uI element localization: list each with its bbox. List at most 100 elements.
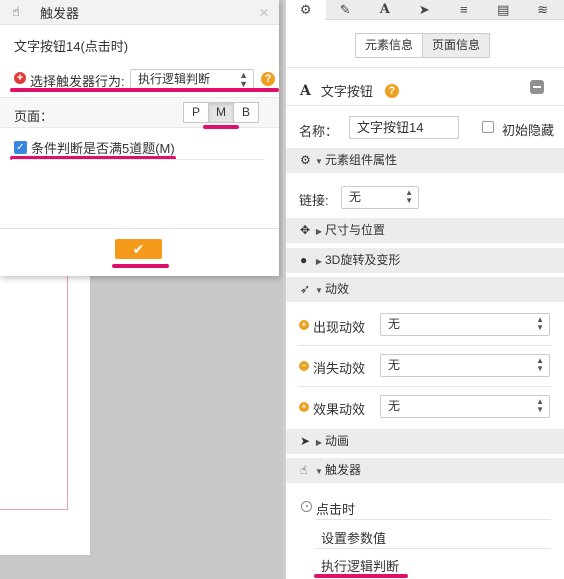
divider [298,386,551,387]
divider [298,345,551,346]
caret-down-icon: ▼ [315,286,323,295]
select-arrows-icon: ▲ ▼ [536,397,544,414]
close-icon[interactable]: × [259,3,269,23]
tab-gear-icon[interactable]: ⚙ [286,0,326,21]
section-title: 动效 [325,282,350,296]
rocket-icon: ➶ [300,282,311,296]
behavior-select-value: 执行逻辑判断 [138,72,211,86]
divider [12,159,265,160]
section-title: 动画 [325,434,350,448]
condition-item[interactable]: ✓ 条件判断是否满5道题(M) [14,138,175,157]
dialog-title: 触发器 [40,5,80,21]
tab-font-icon[interactable]: A [365,0,405,20]
section-rotate-3d[interactable]: ● ▶ 3D旋转及变形 [286,248,564,273]
properties-panel: ⚙ ✎ A ➤ ≡ ▤ ≋ 元素信息 页面信息 A 文字按钮 ? 名称： 文字按… [286,0,564,579]
clock-icon [301,501,312,512]
dialog-heading: 文字按钮14(点击时) [14,39,129,54]
initial-hidden-checkbox[interactable] [482,121,494,133]
help-icon[interactable]: ? [384,83,399,98]
section-component-props[interactable]: ⚙ ▼ 元素组件属性 [286,148,564,173]
font-icon: A [300,82,311,99]
help-icon[interactable]: ? [261,72,275,86]
condition-checkbox[interactable]: ✓ [14,141,27,154]
tab-list-icon[interactable]: ≡ [444,0,484,20]
effect-label: 出现动效 [313,320,366,335]
disappear-effect-select[interactable]: 无 ▲ ▼ [380,354,550,377]
trigger-on-click[interactable]: 点击时 [316,499,355,518]
select-arrows-icon: ▲ ▼ [239,70,248,89]
dialog-titlebar: ☝ 触发器 [0,0,279,25]
select-arrows-icon: ▲ ▼ [536,315,544,332]
section-animation[interactable]: ➤ ▶ 动画 [286,429,564,454]
info-segmented-control: 元素信息 页面信息 [355,33,491,58]
element-title: 文字按钮 [320,84,373,99]
page-button-b[interactable]: B [233,102,259,123]
link-select[interactable]: 无 ▲ ▼ [341,186,419,209]
page-button-p[interactable]: P [183,102,209,123]
caret-right-icon: ▶ [315,257,323,266]
move-icon: ✥ [300,223,311,237]
initial-hidden-label: 初始隐藏 [502,123,555,138]
hand-pointer-icon: ☝ [12,4,20,19]
panel-tabbar: ⚙ ✎ A ➤ ≡ ▤ ≋ [286,0,564,21]
tab-database-icon[interactable]: ≋ [523,0,563,20]
trigger-dialog: ☝ 触发器 × 文字按钮14(点击时) + 选择触发器行为: 执行逻辑判断 ▲ ▼… [0,0,279,276]
plus-circle-icon[interactable]: + [14,72,26,84]
plus-circle-icon: + [299,402,309,412]
highlight-underline [314,574,408,578]
page-label: 页面： [14,109,54,124]
send-icon: ➤ [300,434,311,448]
condition-text: 条件判断是否满5道题(M) [31,141,175,156]
behavior-select[interactable]: 执行逻辑判断 ▲ ▼ [130,69,254,90]
select-arrows-icon: ▲ ▼ [536,356,544,373]
link-select-value: 无 [349,190,362,204]
section-title: 3D旋转及变形 [325,253,401,267]
caret-down-icon: ▼ [315,467,323,476]
select-value: 无 [388,358,401,372]
tab-send-icon[interactable]: ➤ [405,0,445,20]
select-value: 无 [388,399,401,413]
name-field[interactable]: 文字按钮14 [349,116,459,139]
minus-circle-icon: − [299,361,309,371]
divider [316,519,551,520]
plus-circle-icon: + [299,320,309,330]
collapse-icon[interactable] [530,80,544,94]
page-selector-bar: 页面： P M B [0,97,279,128]
name-label: 名称： [299,124,339,139]
tab-element-info[interactable]: 元素信息 [355,33,424,58]
emphasis-effect-select[interactable]: 无 ▲ ▼ [380,395,550,418]
globe-icon: ● [300,253,308,267]
section-title: 触发器 [325,463,362,477]
section-effects[interactable]: ➶ ▼ 动效 [286,277,564,302]
trigger-action-set-param[interactable]: 设置参数值 [321,528,386,547]
page-button-group: P M B [183,102,259,123]
section-size-position[interactable]: ✥ ▶ 尺寸与位置 [286,218,564,243]
confirm-button[interactable]: ✔ [115,239,162,259]
caret-down-icon: ▼ [315,157,323,166]
divider [286,105,564,106]
divider [286,67,564,68]
trigger-action-logic[interactable]: 执行逻辑判断 [321,556,399,575]
page-button-m[interactable]: M [208,102,234,123]
tab-page-info[interactable]: 页面信息 [422,33,491,58]
element-header: A 文字按钮 ? [300,81,399,100]
tab-file-icon[interactable]: ▤ [484,0,524,20]
highlight-underline [10,88,279,92]
select-value: 无 [388,317,401,331]
caret-right-icon: ▶ [315,438,323,447]
highlight-underline [112,264,169,268]
link-label: 链接: [299,193,329,208]
highlight-underline [203,125,239,129]
canvas-page-border [0,270,68,510]
divider [316,548,551,549]
check-icon: ✔ [132,241,145,257]
section-title: 元素组件属性 [325,153,398,167]
caret-right-icon: ▶ [315,227,323,236]
tab-pencil-icon[interactable]: ✎ [326,0,366,20]
appear-effect-select[interactable]: 无 ▲ ▼ [380,313,550,336]
gear-icon: ⚙ [300,153,311,167]
hand-pointer-icon: ☝ [300,463,308,477]
section-trigger[interactable]: ☝ ▼ 触发器 [286,458,564,483]
section-title: 尺寸与位置 [325,223,386,237]
effect-label: 效果动效 [313,402,366,417]
